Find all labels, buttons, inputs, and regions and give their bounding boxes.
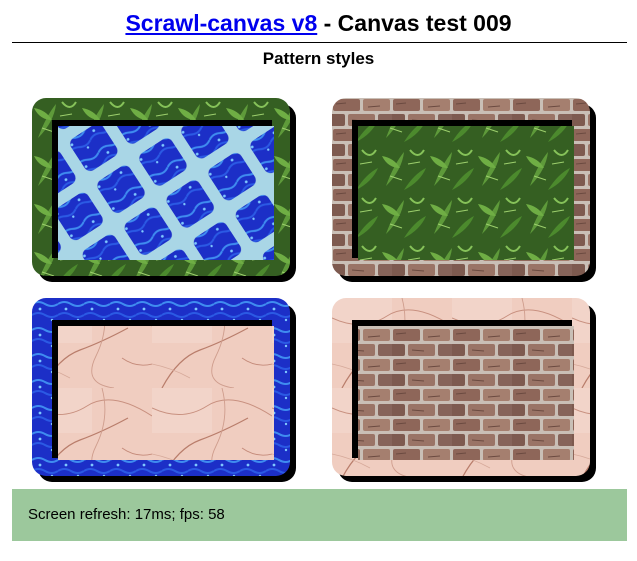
page-title-rest: - Canvas test 009 — [317, 10, 512, 36]
pattern-tile-marble-frame — [332, 298, 596, 482]
status-report: Screen refresh: 17ms; fps: 58 — [12, 489, 627, 541]
demo-canvas[interactable] — [12, 86, 627, 486]
pattern-tile-leaf-frame — [32, 98, 296, 282]
title-divider — [12, 42, 627, 43]
pattern-tile-brick-frame — [332, 98, 596, 282]
page-subtitle: Pattern styles — [262, 49, 375, 68]
scrawl-canvas-link[interactable]: Scrawl-canvas v8 — [125, 10, 317, 36]
pattern-tile-water-frame — [32, 298, 296, 482]
page-title: Scrawl-canvas v8 - Canvas test 009 — [0, 8, 637, 38]
